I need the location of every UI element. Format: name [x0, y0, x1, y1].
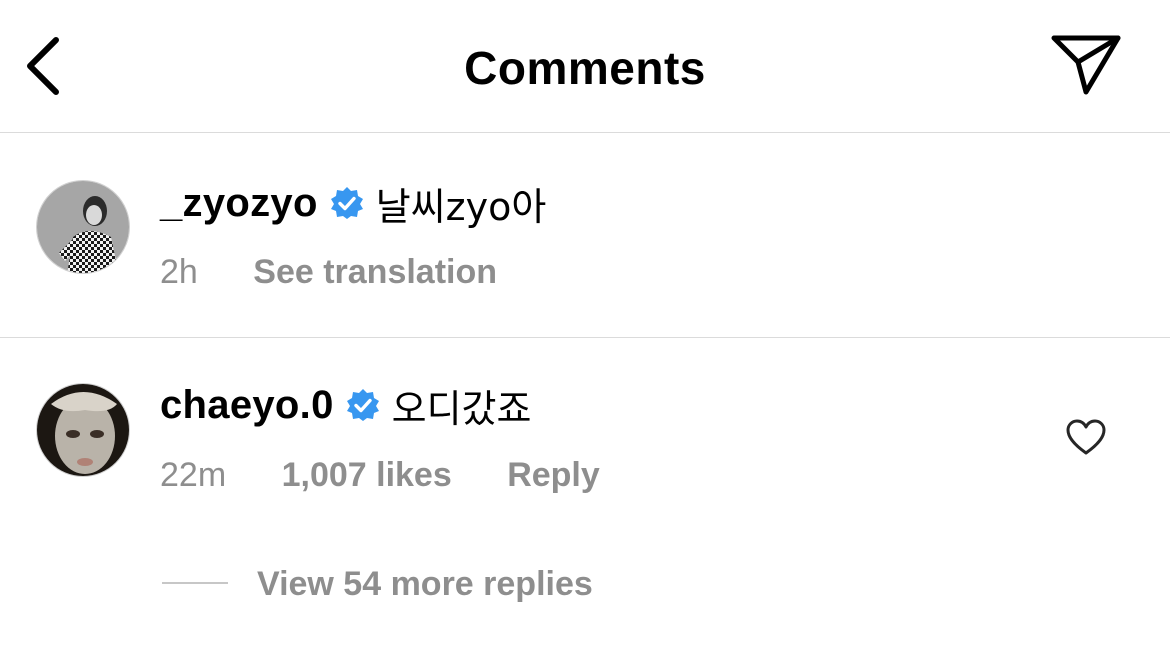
paper-plane-icon: [1051, 35, 1121, 95]
comment-2-header: chaeyo.0 오디갔죠: [160, 380, 532, 431]
like-button[interactable]: [1066, 419, 1106, 457]
replies-line: [162, 582, 228, 584]
username[interactable]: _zyozyo: [160, 181, 318, 226]
comment-text: 날씨zyo아: [375, 184, 547, 229]
heart-icon: [1066, 419, 1106, 455]
comment-1-header: _zyozyo 날씨zyo아: [160, 178, 547, 229]
comment-time: 2h: [160, 253, 198, 291]
avatar-photo: [37, 384, 129, 476]
likes-count[interactable]: 1,007 likes: [282, 456, 452, 494]
comment-2-meta: 22m 1,007 likes Reply: [160, 455, 600, 495]
reply-button[interactable]: Reply: [507, 456, 600, 494]
share-button[interactable]: [1048, 32, 1124, 98]
avatar-photo: [37, 181, 129, 273]
comment-time: 22m: [160, 456, 227, 494]
see-translation-link[interactable]: See translation: [253, 253, 497, 291]
comment-text: 오디갔죠: [391, 386, 532, 431]
view-replies: View 54 more replies: [257, 564, 593, 604]
avatar-zyozyo[interactable]: [36, 180, 130, 274]
username[interactable]: chaeyo.0: [160, 383, 334, 428]
comments-header: Comments: [0, 0, 1170, 133]
view-replies-link[interactable]: View 54 more replies: [257, 565, 593, 603]
avatar-chaeyo[interactable]: [36, 383, 130, 477]
verified-badge-icon: [346, 389, 379, 421]
verified-badge-icon: [330, 187, 363, 219]
page-title: Comments: [464, 42, 706, 94]
comment-1-meta: 2h See translation: [160, 252, 497, 292]
comment-divider: [0, 337, 1170, 338]
